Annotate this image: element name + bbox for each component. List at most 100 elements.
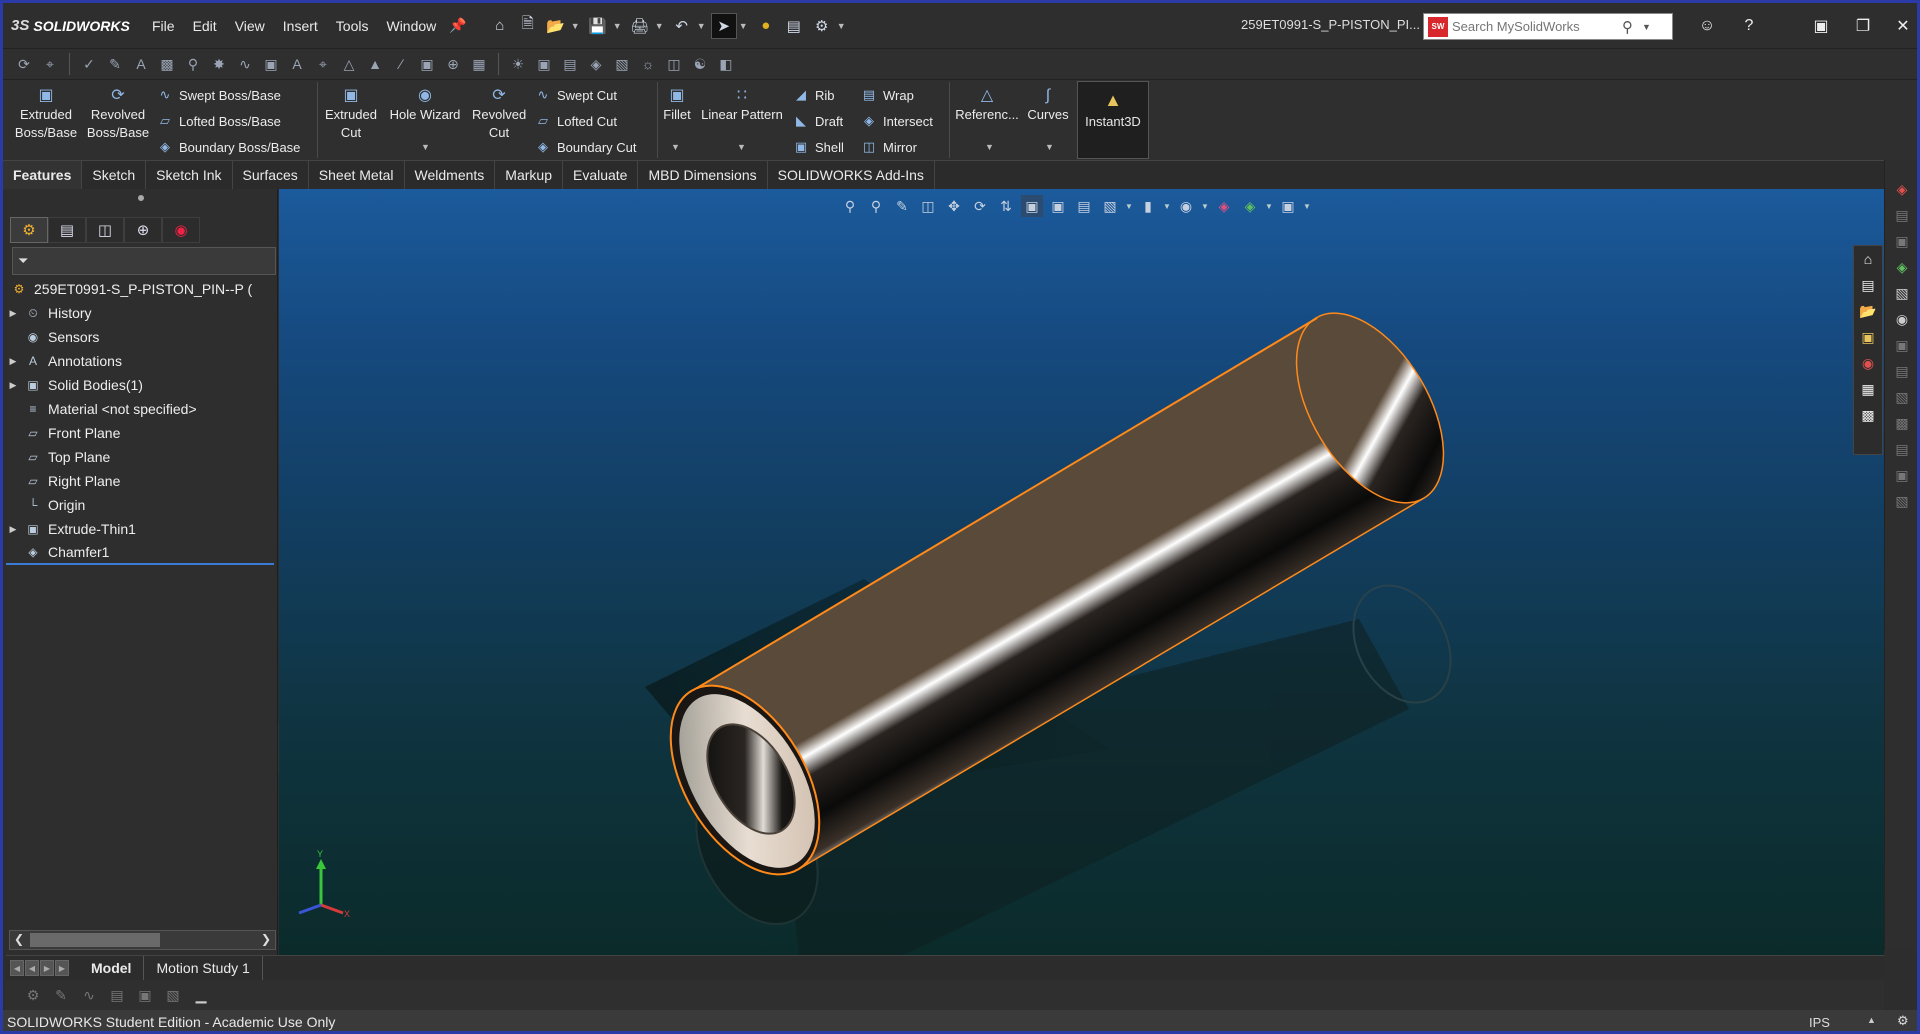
undo-icon[interactable]: ↶ <box>669 13 695 39</box>
tree-item-material-not-specified[interactable]: ≡ Material <not specified> <box>6 397 278 421</box>
strip-tool-2-icon[interactable]: ▣ <box>1885 228 1917 254</box>
motion-chart-icon[interactable]: ▁ <box>190 984 212 1006</box>
wrap-button[interactable]: ▤ Wrap <box>861 84 914 106</box>
mirror-button[interactable]: ◫ Mirror <box>861 136 917 158</box>
strip-scene-icon[interactable]: ◈ <box>1885 254 1917 280</box>
weld-symbol-icon[interactable]: △ <box>338 53 360 75</box>
first-tab-icon[interactable]: ◀ <box>10 960 24 976</box>
minimize-window-icon[interactable]: ▣ <box>1809 15 1833 37</box>
solidworks-resources-home-icon[interactable]: ⌂ <box>1854 246 1882 272</box>
motion-tool-4-icon[interactable]: ▤ <box>106 984 128 1006</box>
hole-wizard-dropdown-icon[interactable]: ▼ <box>421 142 430 152</box>
search-input[interactable] <box>1452 19 1622 34</box>
sketch-pen-icon[interactable]: ✎ <box>104 53 126 75</box>
lofted-boss-button[interactable]: ▱ Lofted Boss/Base <box>157 110 281 132</box>
menu-file[interactable]: File <box>143 18 184 34</box>
piston-pin-model[interactable] <box>279 189 1884 955</box>
draft-button[interactable]: ◣ Draft <box>793 110 843 132</box>
unit-system[interactable]: IPS <box>1809 1015 1830 1030</box>
pin-icon[interactable]: 📌 <box>449 17 466 34</box>
tab-motion-study-1[interactable]: Motion Study 1 <box>144 955 263 981</box>
tree-item-origin[interactable]: └ Origin <box>6 493 278 517</box>
user-account-icon[interactable]: ☺ <box>1695 15 1719 37</box>
strip-tool-1-icon[interactable]: ▤ <box>1885 202 1917 228</box>
undo-dropdown-icon[interactable]: ▼ <box>697 21 709 31</box>
status-settings-icon[interactable]: ⚙ <box>1897 1013 1909 1029</box>
lofted-cut-button[interactable]: ▱ Lofted Cut <box>535 110 617 132</box>
scroll-left-icon[interactable]: ❮ <box>14 932 24 946</box>
measure-icon[interactable]: ⌖ <box>312 53 334 75</box>
units-dropdown-icon[interactable]: ▲ <box>1867 1015 1876 1025</box>
tree-root-part[interactable]: ⚙ 259ET0991-S_P-PISTON_PIN--P ( <box>6 277 278 301</box>
print-dropdown-icon[interactable]: ▼ <box>655 21 667 31</box>
graphics-viewport[interactable]: ⚲ ⚲ ✎ ◫ ✥ ⟳ ⇅ ▣ ▣ ▤ ▧ ▼ ▮ ▼ ◉ ▼ ◈ ◈ ▼ ▣ … <box>279 189 1884 955</box>
tree-item-front-plane[interactable]: ▱ Front Plane <box>6 421 278 445</box>
menu-tools[interactable]: Tools <box>327 18 378 34</box>
strip-tool-8-icon[interactable]: ▤ <box>1885 436 1917 462</box>
lights-icon[interactable]: ☼ <box>637 53 659 75</box>
close-window-icon[interactable]: ✕ <box>1891 15 1915 37</box>
menu-edit[interactable]: Edit <box>184 18 226 34</box>
rib-button[interactable]: ◢ Rib <box>793 84 835 106</box>
linear-pattern-dropdown-icon[interactable]: ▼ <box>737 142 746 152</box>
motion-tool-5-icon[interactable]: ▣ <box>134 984 156 1006</box>
home-icon[interactable]: ⌂ <box>487 13 513 39</box>
shell-button[interactable]: ▣ Shell <box>793 136 844 158</box>
reference-dropdown-icon[interactable]: ▼ <box>985 142 994 152</box>
design-library-icon[interactable]: ▤ <box>1854 272 1882 298</box>
fillet-dropdown-icon[interactable]: ▼ <box>671 142 680 152</box>
expand-arrow-icon[interactable]: ▶ <box>6 524 20 535</box>
intersect-button[interactable]: ◈ Intersect <box>861 110 933 132</box>
expand-arrow-icon[interactable]: ▶ <box>6 356 20 367</box>
tree-horizontal-scrollbar[interactable]: ❮ ❯ <box>9 930 276 950</box>
point-icon[interactable]: ✸ <box>208 53 230 75</box>
restore-window-icon[interactable]: ❐ <box>1851 15 1875 37</box>
help-icon[interactable]: ? <box>1737 15 1761 37</box>
tab-solidworks-add-ins[interactable]: SOLIDWORKS Add-Ins <box>768 161 935 190</box>
check-sketch-icon[interactable]: ✓ <box>78 53 100 75</box>
tree-item-top-plane[interactable]: ▱ Top Plane <box>6 445 278 469</box>
prev-tab-icon[interactable]: ◀ <box>25 960 39 976</box>
tree-item-annotations[interactable]: ▶ A Annotations <box>6 349 278 373</box>
tab-surfaces[interactable]: Surfaces <box>233 161 309 190</box>
configuration-manager-icon[interactable]: ◫ <box>86 217 124 243</box>
forum-icon[interactable]: ▩ <box>1854 402 1882 428</box>
exploded-icon[interactable]: ◧ <box>715 53 737 75</box>
menu-view[interactable]: View <box>226 18 274 34</box>
text-tool-icon[interactable]: A <box>130 53 152 75</box>
tree-item-history[interactable]: ▶ ⏲ History <box>6 301 278 325</box>
select-dropdown-icon[interactable]: ▼ <box>739 21 751 31</box>
tab-weldments[interactable]: Weldments <box>405 161 496 190</box>
select-cursor-icon[interactable]: ➤ <box>710 12 737 39</box>
strip-tool-9-icon[interactable]: ▣ <box>1885 462 1917 488</box>
menu-window[interactable]: Window <box>377 18 445 34</box>
camera-icon[interactable]: ▣ <box>533 53 555 75</box>
open-dropdown-icon[interactable]: ▼ <box>571 21 583 31</box>
zoom-icon[interactable]: ⚲ <box>182 53 204 75</box>
print-icon[interactable]: 🖨 <box>627 13 653 39</box>
view-palette-icon[interactable]: ▣ <box>1854 324 1882 350</box>
custom-properties-icon[interactable]: ▦ <box>1854 376 1882 402</box>
fillet-button[interactable]: ▣ Fillet <box>659 86 695 124</box>
tree-filter-bar[interactable]: ⏷ <box>12 247 276 275</box>
appearance-icon[interactable]: ◈ <box>585 53 607 75</box>
search-dropdown-icon[interactable]: ▼ <box>1642 22 1658 32</box>
extruded-cut-button[interactable]: ▣ Extruded Cut <box>321 86 381 142</box>
datum-icon[interactable]: ▲ <box>364 53 386 75</box>
dimxpert-manager-icon[interactable]: ⊕ <box>124 217 162 243</box>
scroll-right-icon[interactable]: ❯ <box>261 932 271 946</box>
render-icon[interactable]: ☀ <box>507 53 529 75</box>
table-icon[interactable]: ▦ <box>468 53 490 75</box>
tab-features[interactable]: Features <box>3 161 83 190</box>
swept-cut-button[interactable]: ∿ Swept Cut <box>535 84 617 106</box>
revolved-boss-button[interactable]: ⟳ Revolved Boss/Base <box>85 86 151 142</box>
tab-model[interactable]: Model <box>79 955 145 981</box>
rebuild-traffic-light-icon[interactable]: ● <box>753 13 779 39</box>
hatch-icon[interactable]: ▩ <box>156 53 178 75</box>
strip-tool-6-icon[interactable]: ▧ <box>1885 384 1917 410</box>
swept-boss-button[interactable]: ∿ Swept Boss/Base <box>157 84 281 106</box>
tab-sketch-ink[interactable]: Sketch Ink <box>146 161 233 190</box>
mate-icon[interactable]: ☯ <box>689 53 711 75</box>
tree-item-solid-bodies-1[interactable]: ▶ ▣ Solid Bodies(1) <box>6 373 278 397</box>
strip-globe-icon[interactable]: ◉ <box>1885 306 1917 332</box>
